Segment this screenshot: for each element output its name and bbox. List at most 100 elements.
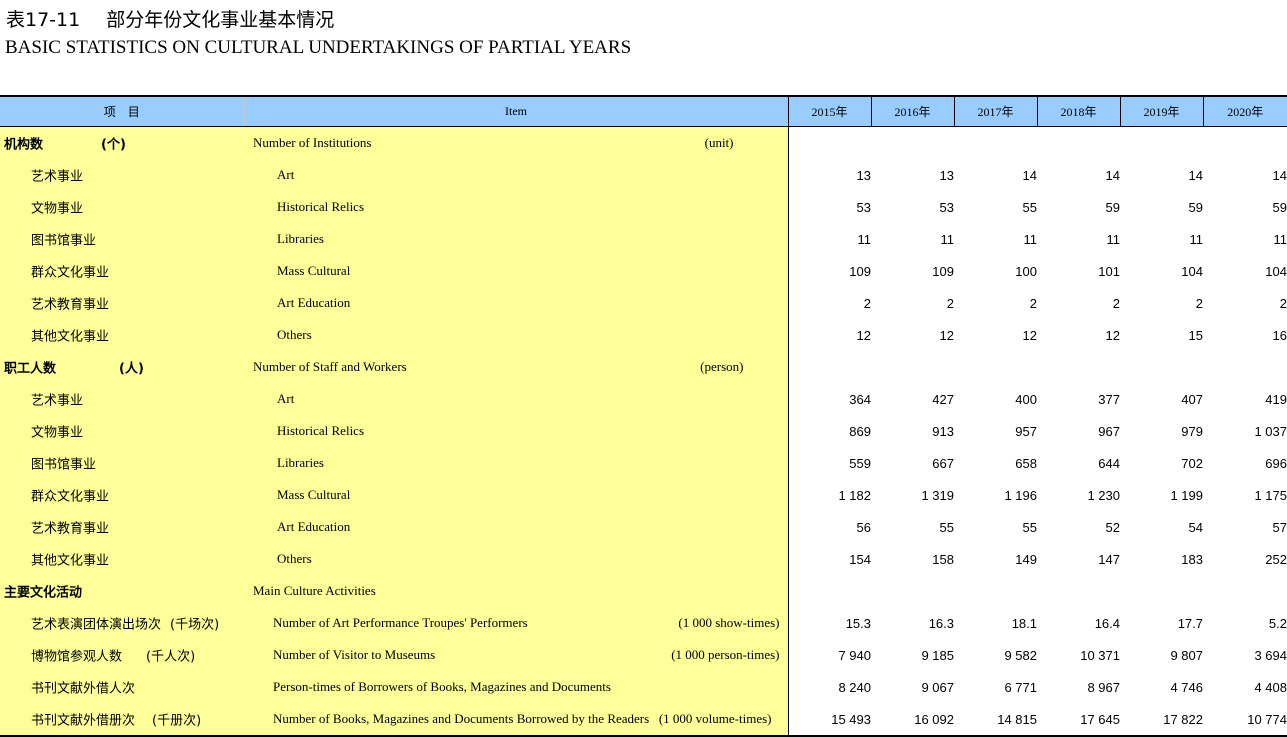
value-cell: 4 408 — [1254, 679, 1287, 695]
value-cell: 10 371 — [1080, 647, 1120, 663]
value-cell: 869 — [787, 415, 871, 447]
row-label-cn: 文物事业 — [0, 415, 244, 447]
value-cell: 14 — [1272, 167, 1287, 183]
value-cell — [871, 351, 954, 383]
header-item-en: Item — [243, 95, 788, 127]
row-label-en-text: Number of Art Performance Troupes' Perfo… — [273, 615, 528, 630]
row-label-cn: 图书馆事业 — [0, 223, 244, 255]
value-cell: 1 037 — [1254, 423, 1287, 439]
table-row: 书刊文献外借人次 Person-times of Borrowers of Boo… — [0, 671, 1287, 703]
row-label-en: Person-times of Borrowers of Books, Maga… — [244, 671, 788, 703]
table-row: 图书馆事业 Libraries 559 667 658 644 702 696 — [0, 447, 1287, 479]
row-unit-en: (1 000 person-times) — [671, 647, 780, 662]
table-row: 文物事业 Historical Relics 869 913 957 967 979 1 03… — [0, 415, 1287, 447]
value-cell: 59 — [1272, 199, 1287, 215]
row-unit-cn: (千场次) — [170, 617, 220, 633]
value-cell: 2 — [1112, 295, 1120, 311]
header-year: 2015年 — [787, 95, 871, 127]
value-cell: 154 — [787, 543, 871, 575]
row-label-en: Libraries — [244, 223, 788, 255]
value-cell: 5.2 — [1268, 615, 1287, 631]
value-cell: 11 — [787, 223, 871, 255]
row-label-cn-text: 书刊文献外借册次 — [31, 713, 136, 729]
row-label-cn-text: 机构数 — [4, 137, 44, 153]
table-row: 机构数 (个) Number of Institutions (unit) — [0, 126, 1287, 160]
value-cell: 59 — [1105, 199, 1120, 215]
row-label-en: Main Culture Activities — [244, 575, 788, 607]
row-label-en: Historical Relics — [244, 191, 788, 223]
row-label-cn: 主要文化活动 — [0, 575, 244, 607]
value-cell: 8 240 — [787, 671, 871, 703]
value-cell: 1 182 — [787, 479, 871, 511]
value-cell: 53 — [939, 199, 954, 215]
value-cell: 400 — [1015, 391, 1037, 407]
table-row: 艺术教育事业 Art Education 2 2 2 2 2 2 — [0, 287, 1287, 319]
value-cell: 364 — [787, 383, 871, 415]
value-cell: 10 774 — [1203, 703, 1287, 737]
row-label-en: Number of Art Performance Troupes' Perfo… — [244, 607, 788, 639]
table-row: 其他文化事业 Others 12 12 12 12 15 16 — [0, 319, 1287, 351]
value-cell: 14 — [1022, 167, 1037, 183]
value-cell: 17.7 — [1177, 615, 1203, 631]
row-label-cn: 图书馆事业 — [0, 447, 244, 479]
value-cell: 147 — [1098, 551, 1120, 567]
row-label-en: Others — [244, 319, 788, 351]
row-label-cn: 书刊文献外借人次 — [0, 671, 244, 703]
value-cell: 14 — [1105, 167, 1120, 183]
value-cell: 4 746 — [1170, 679, 1203, 695]
value-cell — [1120, 351, 1203, 383]
value-cell: 14 815 — [954, 703, 1037, 737]
value-cell: 104 — [1181, 263, 1203, 279]
statistics-table: 项 目 Item 2015年 2016年 2017年 2018年 2019年 2… — [0, 95, 1287, 737]
row-label-en: Number of Staff and Workers (person) — [244, 351, 788, 383]
row-label-cn-text: 文物事业 — [31, 201, 84, 217]
value-cell: 52 — [1105, 519, 1120, 535]
row-unit-en: (unit) — [704, 135, 734, 150]
value-cell — [787, 575, 871, 607]
table-row: 艺术教育事业 Art Education 56 55 55 52 54 57 — [0, 511, 1287, 543]
table-row: 群众文化事业 Mass Cultural 1 182 1 319 1 196 1 230 1… — [0, 479, 1287, 511]
row-label-cn: 艺术表演团体演出场次 (千场次) — [0, 607, 244, 639]
row-label-cn: 其他文化事业 — [0, 543, 244, 575]
value-cell — [954, 575, 1037, 607]
value-cell: 2 — [946, 295, 954, 311]
row-unit-en: (1 000 volume-times) — [658, 711, 772, 726]
row-label-cn-text: 其他文化事业 — [31, 553, 110, 569]
row-label-cn-text: 图书馆事业 — [31, 457, 97, 473]
row-label-cn-text: 博物馆参观人数 — [31, 649, 123, 665]
value-cell: 15 — [1188, 327, 1203, 343]
row-label-en: Others — [244, 543, 788, 575]
row-label-en: Historical Relics — [244, 415, 788, 447]
value-cell: 16 — [1272, 327, 1287, 343]
row-label-cn: 群众文化事业 — [0, 255, 244, 287]
value-cell — [787, 351, 871, 383]
row-label-en-text: Number of Visitor to Museums — [273, 647, 436, 662]
row-label-cn: 群众文化事业 — [0, 479, 244, 511]
row-label-en: Number of Institutions (unit) — [244, 126, 788, 159]
row-label-en-text: Art — [277, 391, 295, 406]
value-cell: 419 — [1265, 391, 1287, 407]
value-cell: 957 — [1015, 423, 1037, 439]
row-label-cn-text: 艺术教育事业 — [31, 521, 110, 537]
value-cell — [871, 127, 954, 160]
value-cell: 12 — [939, 327, 954, 343]
value-cell: 696 — [1265, 455, 1287, 471]
value-cell: 3 694 — [1254, 647, 1287, 663]
value-cell: 55 — [1022, 199, 1037, 215]
row-label-cn: 艺术事业 — [0, 383, 244, 415]
value-cell: 54 — [1188, 519, 1203, 535]
value-cell — [1120, 575, 1203, 607]
value-cell: 2 — [1279, 295, 1287, 311]
value-cell: 55 — [939, 519, 954, 535]
row-label-cn: 其他文化事业 — [0, 319, 244, 351]
table-row: 职工人数 (人) Number of Staff and Workers (perso… — [0, 351, 1287, 383]
value-cell: 9 185 — [921, 647, 954, 663]
value-cell: 14 — [1188, 167, 1203, 183]
row-label-cn-text: 艺术事业 — [31, 169, 84, 185]
value-cell: 11 — [1189, 231, 1204, 247]
row-label-en: Libraries — [244, 447, 788, 479]
row-label-cn: 机构数 (个) — [0, 126, 244, 159]
value-cell — [1120, 127, 1203, 160]
value-cell: 658 — [1015, 455, 1037, 471]
value-cell: 11 — [940, 231, 955, 247]
